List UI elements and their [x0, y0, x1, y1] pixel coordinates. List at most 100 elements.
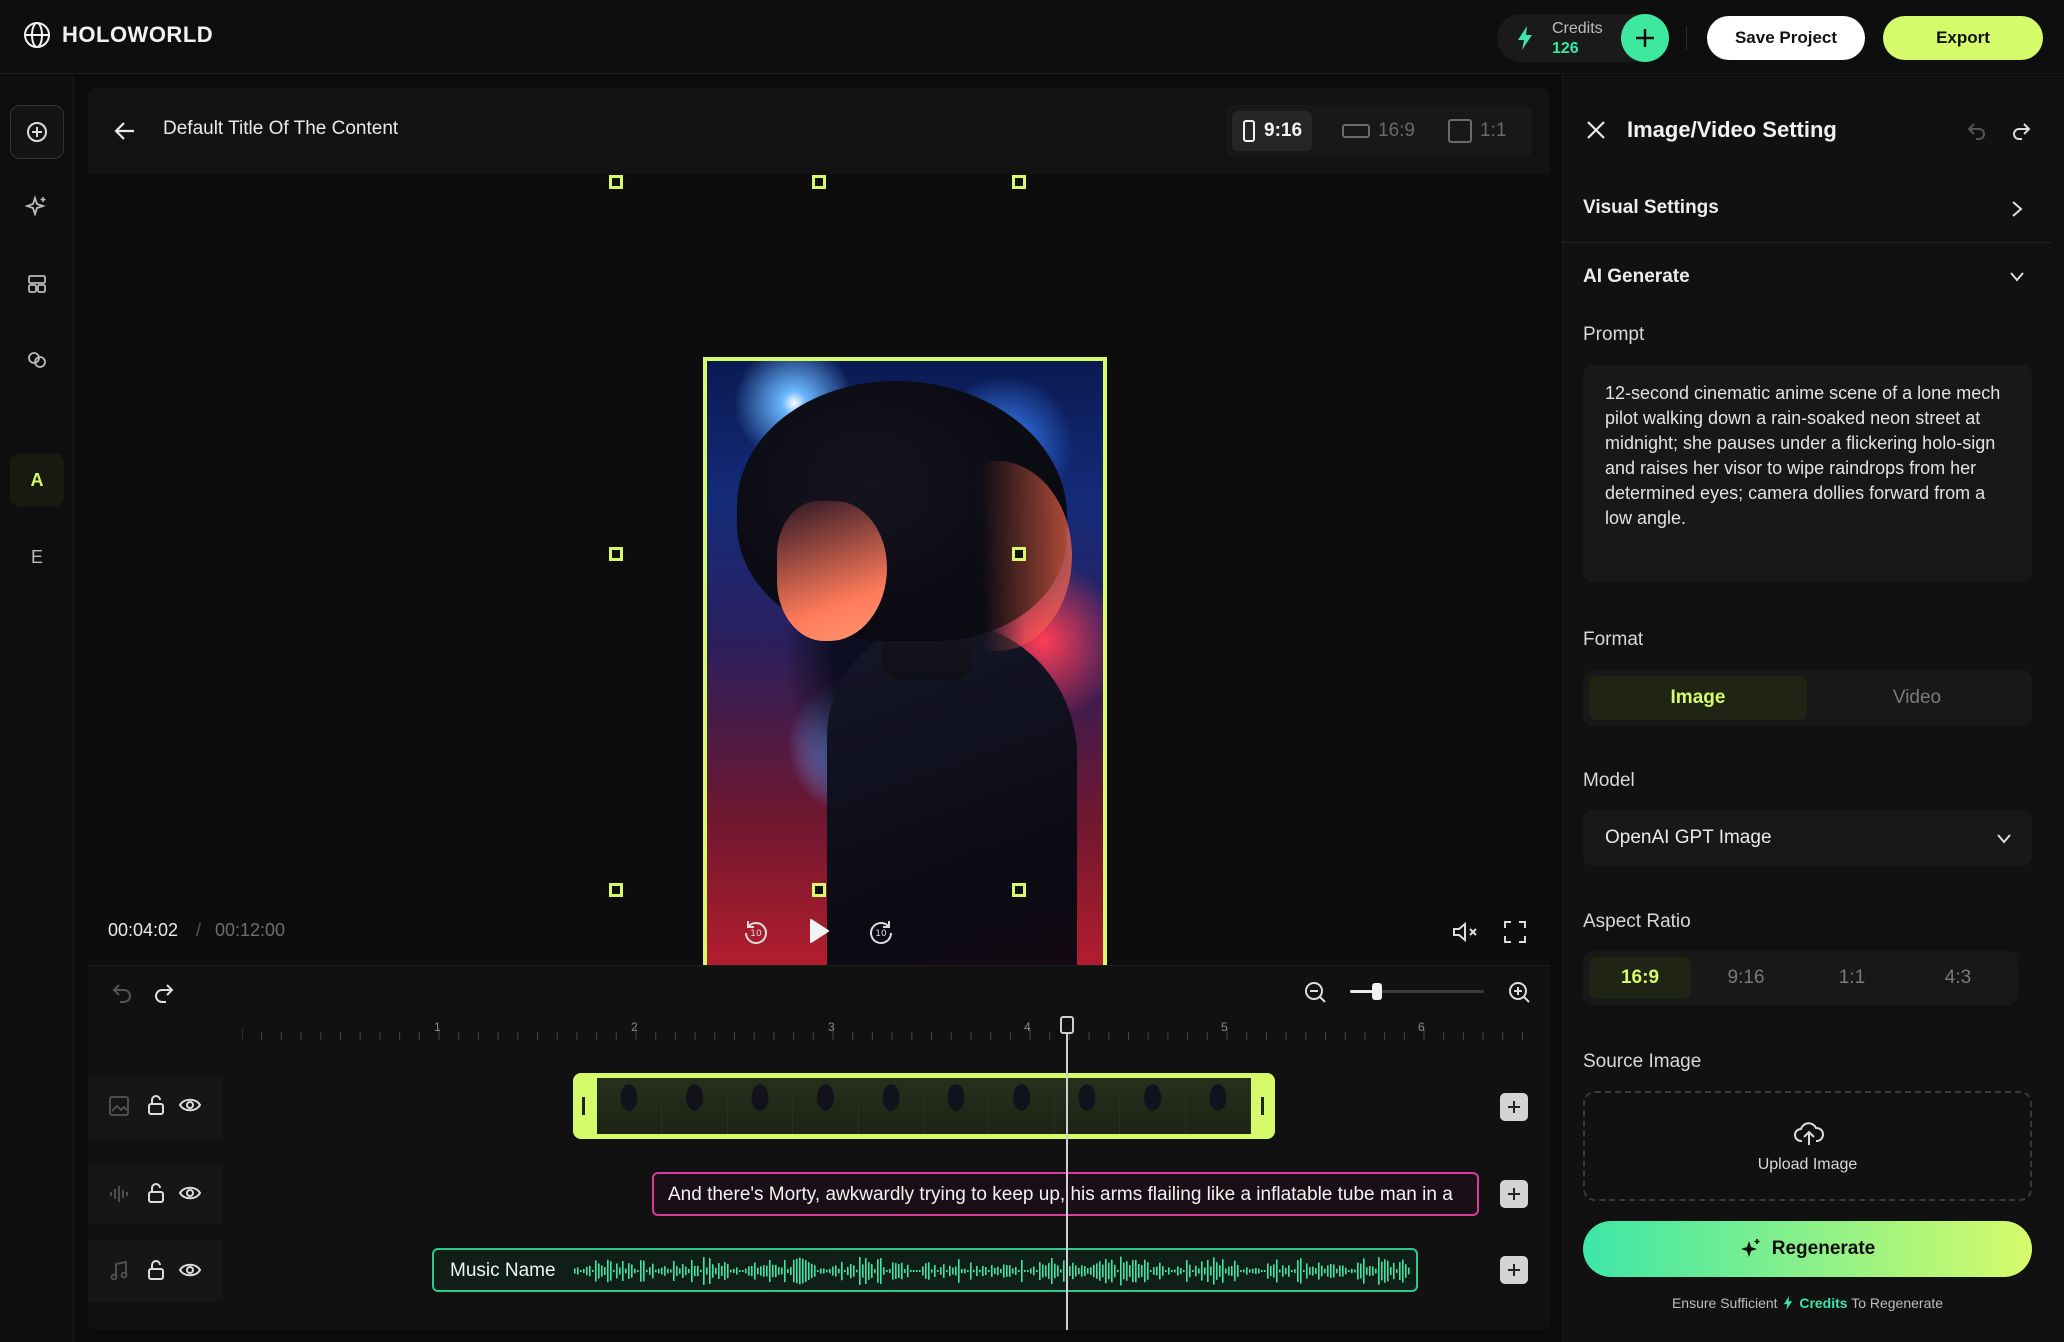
left-rail: A E [0, 75, 74, 1342]
clip-trim-left-handle[interactable] [582, 1097, 585, 1115]
waveform-bar [841, 1261, 843, 1281]
rail-ai-button[interactable] [10, 180, 64, 234]
rewind-10-button[interactable]: 10 [741, 917, 771, 947]
aspect-16-9-option[interactable]: 16:9 [1589, 957, 1691, 999]
zoom-slider-handle[interactable] [1371, 983, 1382, 1000]
resize-handle-mr[interactable] [1012, 547, 1026, 561]
waveform-bar [1180, 1268, 1182, 1274]
waveform-bar [1102, 1264, 1104, 1278]
rail-add-button[interactable] [10, 105, 64, 159]
aspect-1-1-option[interactable]: 1:1 [1801, 957, 1903, 999]
regenerate-button[interactable]: Regenerate [1583, 1221, 2032, 1277]
undo-icon[interactable] [1966, 120, 1988, 142]
resize-handle-bc[interactable] [812, 883, 826, 897]
credits-widget: Credits 126 [1497, 14, 1669, 62]
resize-handle-bl[interactable] [609, 883, 623, 897]
waveform-bar [1270, 1265, 1272, 1277]
resize-handle-ml[interactable] [609, 547, 623, 561]
top-bar: HOLOWORLD Credits 126 Save Project Expor… [0, 0, 2064, 74]
waveform-bar [1069, 1265, 1071, 1277]
eye-icon[interactable] [178, 1260, 202, 1280]
time-separator: / [196, 920, 202, 940]
logo[interactable]: HOLOWORLD [22, 20, 213, 50]
waveform-bar [1177, 1266, 1179, 1276]
prompt-textarea[interactable]: 12-second cinematic anime scene of a lon… [1583, 365, 2032, 582]
add-video-track-button[interactable] [1500, 1093, 1528, 1121]
music-clip[interactable]: Music Name [432, 1248, 1418, 1292]
music-note-icon [110, 1260, 128, 1281]
aspect-ratio-label: Aspect Ratio [1583, 911, 1691, 932]
waveform-bar [877, 1259, 879, 1283]
unlock-icon[interactable] [146, 1094, 166, 1116]
total-time: 00:12:00 [215, 920, 286, 940]
rail-layout-button[interactable] [10, 257, 64, 311]
waveform-bar [943, 1264, 945, 1278]
add-caption-track-button[interactable] [1500, 1180, 1528, 1208]
mute-button[interactable] [1450, 917, 1480, 947]
ratio-1-1-option[interactable]: 1:1 [1438, 111, 1516, 151]
play-button[interactable] [803, 915, 835, 947]
add-music-track-button[interactable] [1500, 1256, 1528, 1284]
upload-image-dropzone[interactable]: Upload Image [1583, 1091, 2032, 1201]
zoom-out-icon[interactable] [1303, 980, 1327, 1004]
waveform-bar [1276, 1259, 1278, 1283]
waveform-bar [688, 1268, 690, 1274]
redo-icon[interactable] [152, 980, 176, 1004]
model-label: Model [1583, 770, 1635, 791]
playhead-line [1066, 1024, 1068, 1330]
save-project-button[interactable]: Save Project [1707, 16, 1865, 60]
aspect-4-3-option[interactable]: 4:3 [1907, 957, 2009, 999]
format-image-option[interactable]: Image [1589, 676, 1807, 720]
rail-link-button[interactable] [10, 333, 64, 387]
video-clip[interactable] [573, 1073, 1275, 1139]
waveform-bar [574, 1268, 576, 1274]
preview-image[interactable] [703, 357, 1107, 1066]
zoom-in-icon[interactable] [1507, 980, 1531, 1004]
add-credits-button[interactable] [1621, 14, 1669, 62]
rail-item-e[interactable]: E [10, 530, 64, 584]
zoom-slider[interactable] [1350, 983, 1484, 1000]
ai-generate-row[interactable]: AI Generate [1562, 244, 2052, 312]
content-title[interactable]: Default Title Of The Content [163, 118, 398, 140]
waveform-bar [865, 1258, 867, 1284]
resize-handle-tl[interactable] [609, 175, 623, 189]
ratio-16-9-option[interactable]: 16:9 [1332, 111, 1425, 151]
eye-icon[interactable] [178, 1095, 202, 1115]
waveform-bar [658, 1268, 660, 1274]
waveform-bar [1228, 1266, 1230, 1276]
waveform-bar [1087, 1268, 1089, 1274]
waveform-bar [1192, 1270, 1194, 1272]
close-icon[interactable] [1585, 119, 1607, 141]
back-arrow-icon[interactable] [112, 118, 138, 144]
resize-handle-tr[interactable] [1012, 175, 1026, 189]
eye-icon[interactable] [178, 1183, 202, 1203]
fullscreen-button[interactable] [1500, 917, 1530, 947]
waveform-bar [856, 1269, 858, 1273]
waveform-bar [1153, 1267, 1155, 1275]
unlock-icon[interactable] [146, 1182, 166, 1204]
resize-handle-br[interactable] [1012, 883, 1026, 897]
holoworld-logo-icon [24, 22, 50, 48]
undo-icon[interactable] [110, 980, 134, 1004]
aspect-9-16-option[interactable]: 9:16 [1695, 957, 1797, 999]
format-video-option[interactable]: Video [1808, 676, 2026, 720]
clip-trim-right-handle[interactable] [1261, 1097, 1264, 1115]
waveform-bar [1201, 1261, 1203, 1281]
waveform-bar [1294, 1269, 1296, 1273]
waveform-bar [1288, 1265, 1290, 1277]
rail-item-a[interactable]: A [10, 453, 64, 507]
playhead-handle[interactable] [1060, 1016, 1074, 1034]
waveform-bar [1273, 1264, 1275, 1278]
model-select[interactable]: OpenAI GPT Image [1583, 810, 2032, 866]
visual-settings-row[interactable]: Visual Settings [1562, 175, 2052, 243]
unlock-icon[interactable] [146, 1259, 166, 1281]
redo-icon[interactable] [2010, 120, 2032, 142]
waveform-bar [1072, 1262, 1074, 1280]
ratio-9-16-option[interactable]: 9:16 [1232, 111, 1313, 151]
forward-10-button[interactable]: 10 [866, 917, 896, 947]
resize-handle-tc[interactable] [812, 175, 826, 189]
waveform-bar [955, 1266, 957, 1276]
waveform-bar [1372, 1266, 1374, 1276]
waveform-bar [1198, 1268, 1200, 1274]
export-button[interactable]: Export [1883, 16, 2043, 60]
